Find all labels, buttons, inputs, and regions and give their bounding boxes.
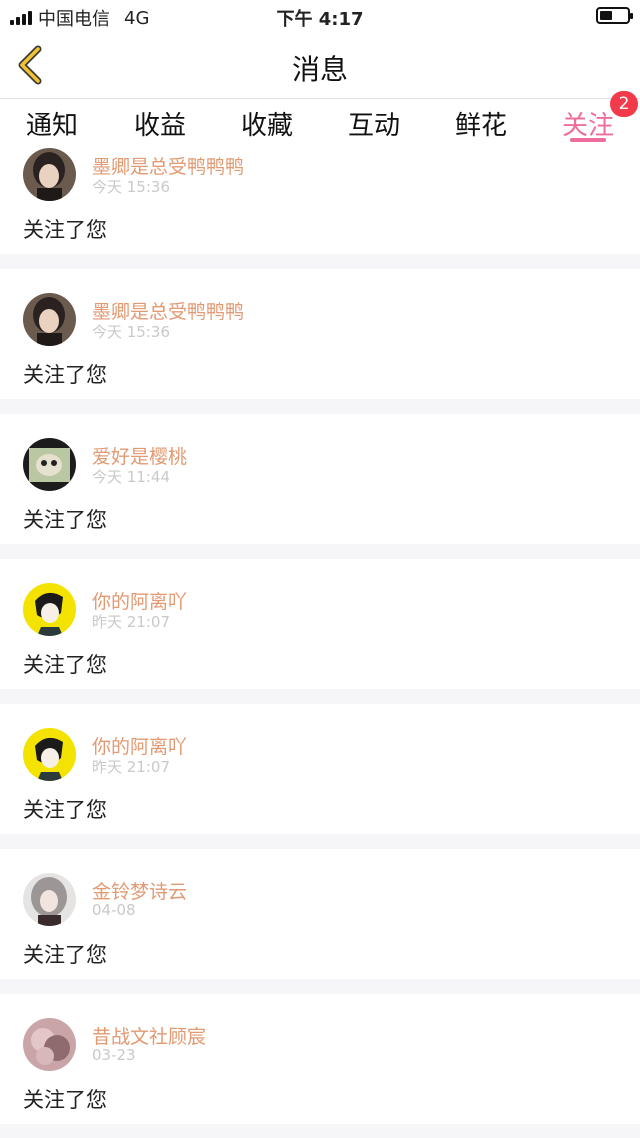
user-name[interactable]: 你的阿离吖 [92,732,187,759]
timestamp: 今天 15:36 [92,323,170,341]
tab-flowers[interactable]: 鲜花 [455,105,507,142]
tab-interactions[interactable]: 互动 [348,105,400,142]
message-text: 关注了您 [23,798,107,822]
avatar[interactable] [23,293,76,346]
message-text: 关注了您 [23,653,107,677]
message-text: 关注了您 [23,363,107,387]
message-text: 关注了您 [23,218,107,242]
avatar[interactable] [23,148,76,201]
list-item[interactable]: 墨卿是总受鸭鸭鸭 今天 15:36 关注了您 [0,269,640,399]
timestamp: 今天 15:36 [92,178,170,196]
user-name[interactable]: 昔战文社顾宸 [92,1022,206,1049]
avatar[interactable] [23,873,76,926]
user-name[interactable]: 爱好是樱桃 [92,442,187,469]
tab-follows[interactable]: 关注 [562,105,614,142]
user-name[interactable]: 墨卿是总受鸭鸭鸭 [92,297,244,324]
page-title: 消息 [291,53,348,86]
timestamp: 昨天 21:07 [92,613,170,631]
timestamp: 04-08 [92,901,136,919]
avatar[interactable] [23,438,76,491]
list-item[interactable]: 金铃梦诗云 04-08 关注了您 [0,849,640,979]
timestamp: 今天 11:44 [92,468,170,486]
timestamp: 03-23 [92,1046,136,1064]
message-text: 关注了您 [23,1088,107,1112]
tab-favorites[interactable]: 收藏 [241,105,293,142]
battery-icon [596,7,633,24]
avatar[interactable] [23,728,76,781]
list-item[interactable]: 你的阿离吖 昨天 21:07 关注了您 [0,704,640,834]
active-tab-indicator [570,138,606,142]
tab-notifications[interactable]: 通知 [26,105,78,142]
message-text: 关注了您 [23,943,107,967]
timestamp: 昨天 21:07 [92,758,170,776]
nav-bar: 消息 [0,32,640,99]
user-name[interactable]: 金铃梦诗云 [92,877,187,904]
message-text: 关注了您 [23,508,107,532]
unread-badge: 2 [610,91,638,117]
tab-earnings[interactable]: 收益 [134,105,186,142]
clock: 下午 4:17 [276,9,364,30]
tab-bar: 通知 收益 收藏 互动 鲜花 关注 [0,99,640,145]
avatar[interactable] [23,583,76,636]
avatar[interactable] [23,1018,76,1071]
user-name[interactable]: 你的阿离吖 [92,587,187,614]
list-item[interactable]: 爱好是樱桃 今天 11:44 关注了您 [0,414,640,544]
list-item[interactable]: 昔战文社顾宸 03-23 关注了您 [0,994,640,1124]
list-item[interactable]: 你的阿离吖 昨天 21:07 关注了您 [0,559,640,689]
status-bar: 中国电信 4G 下午 4:17 [0,0,640,32]
user-name[interactable]: 墨卿是总受鸭鸭鸭 [92,152,244,179]
